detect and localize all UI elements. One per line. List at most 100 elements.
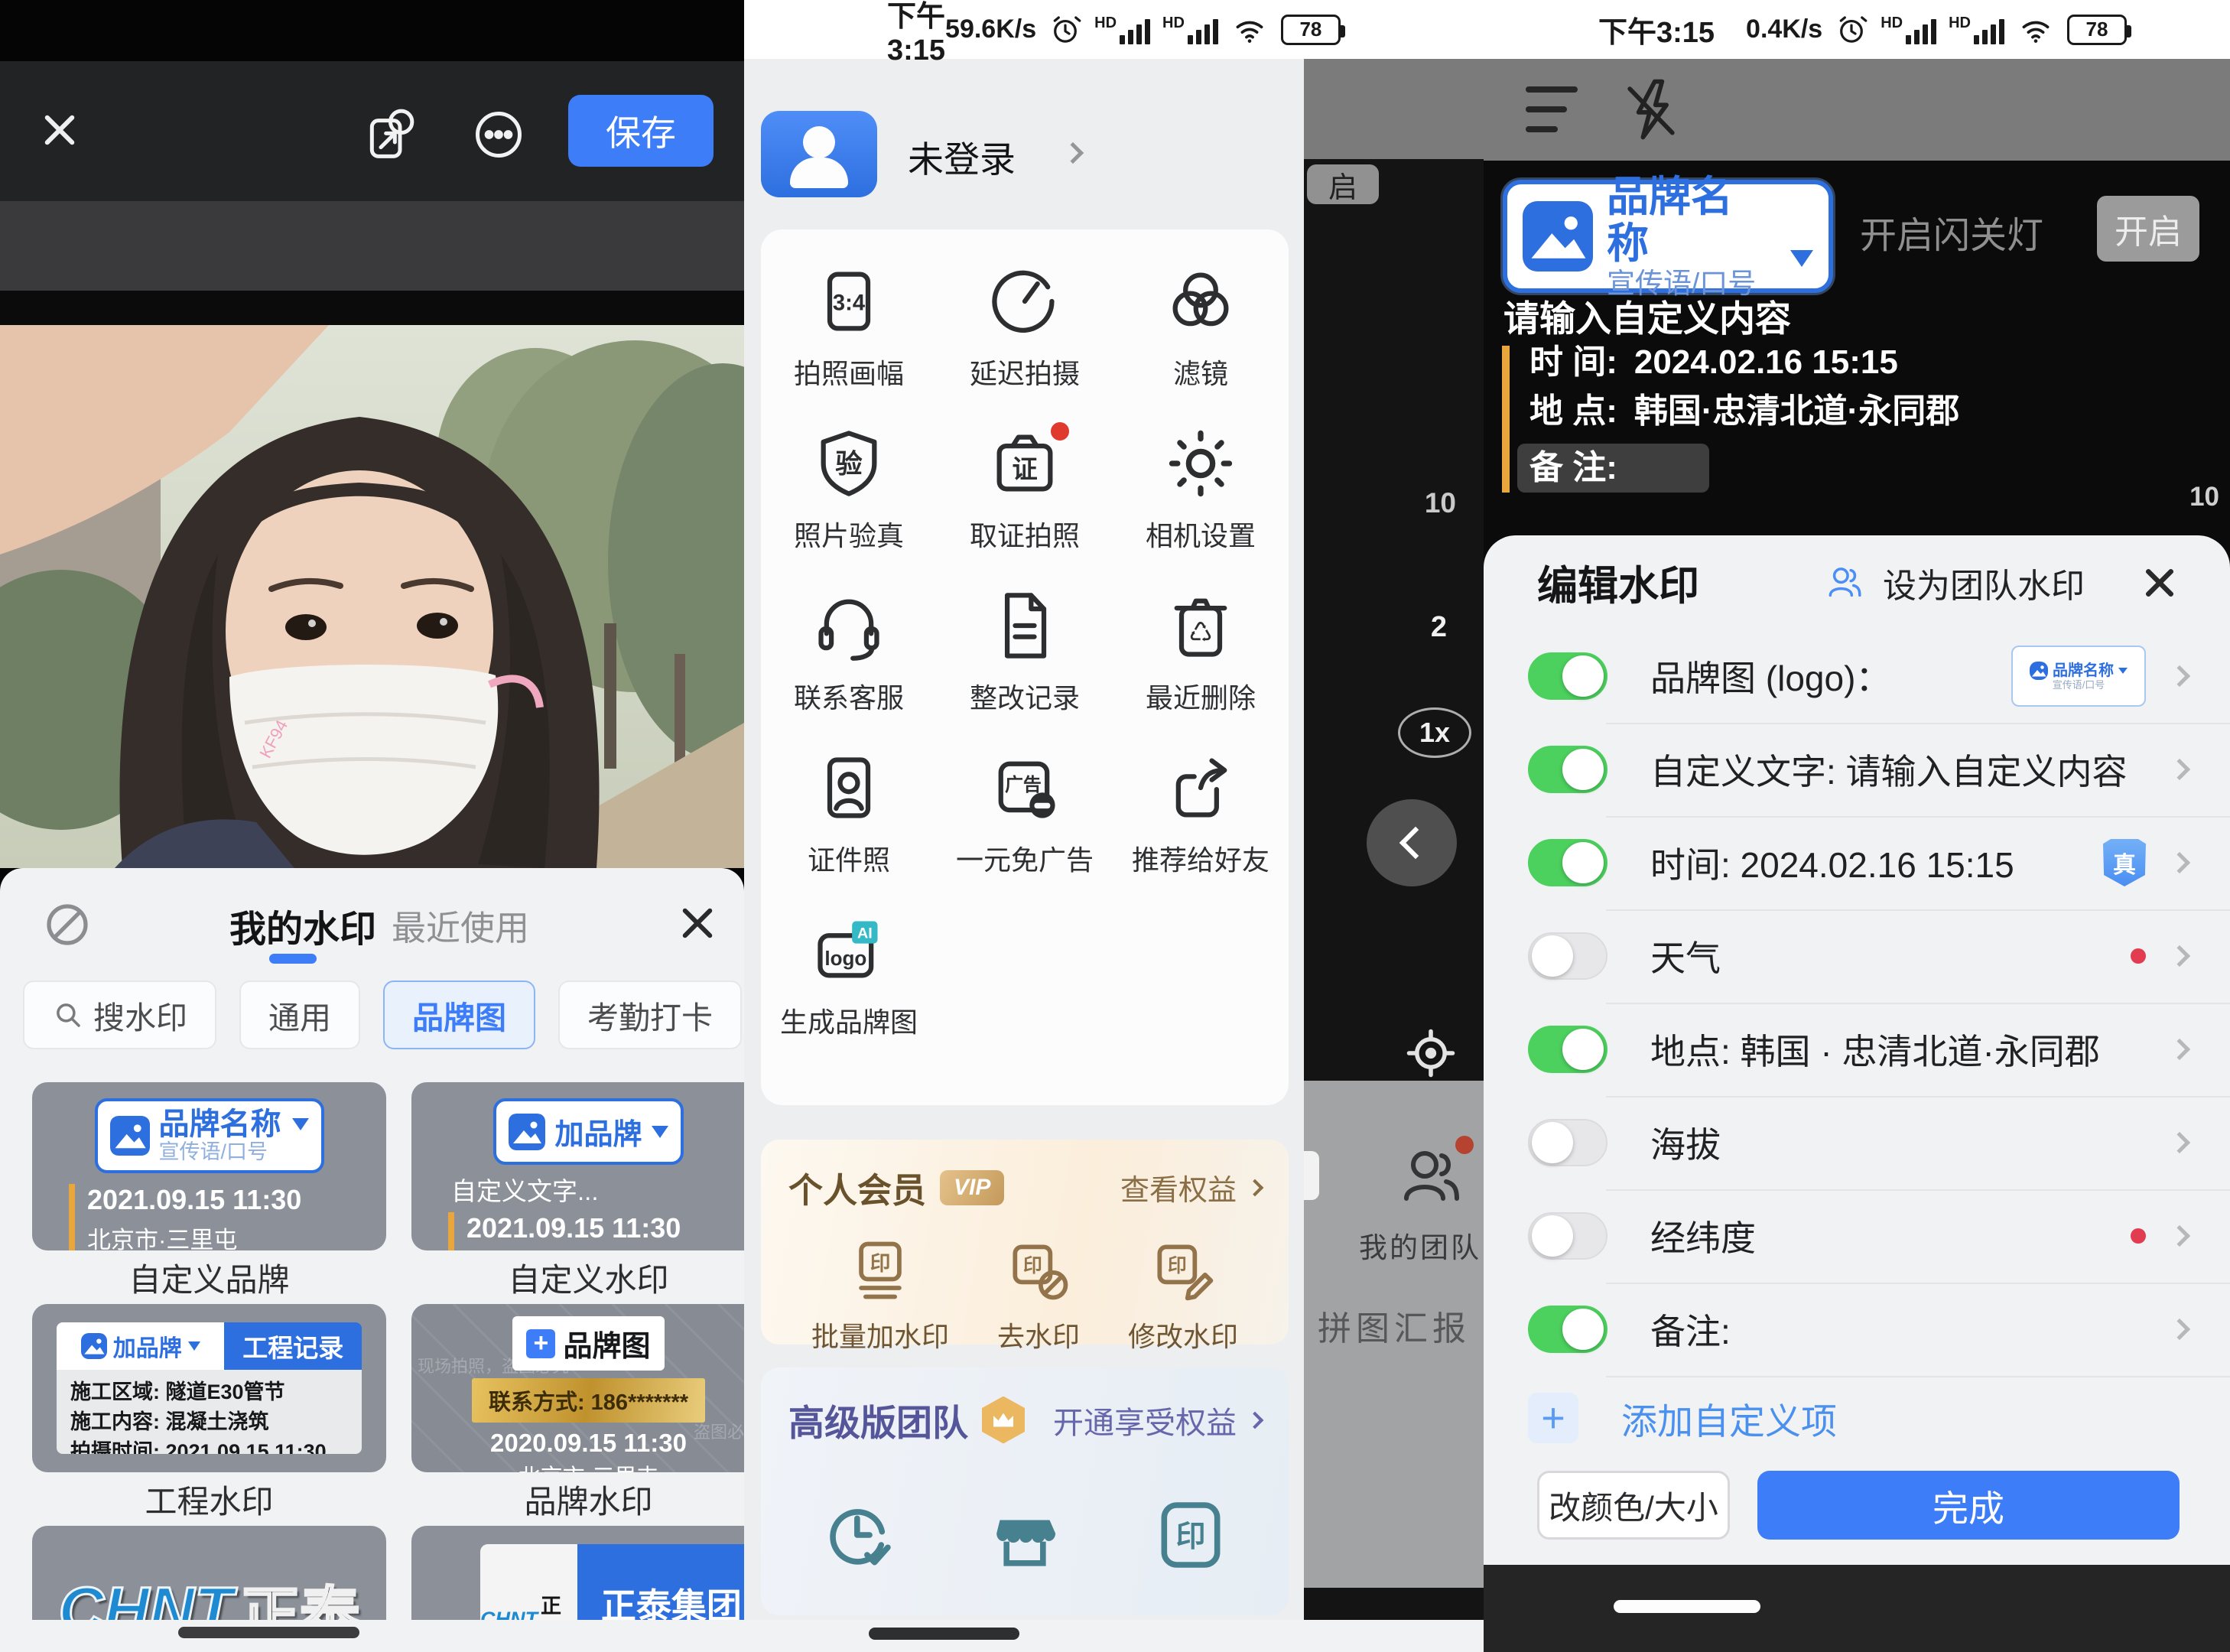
team-premium-card: 高级版团队 开通享受权益 印 [761, 1367, 1289, 1615]
locate-icon[interactable] [1402, 1024, 1460, 1082]
battery-icon: 78 [2067, 15, 2127, 45]
menu-item-recently-deleted[interactable]: ♺最近删除 [1113, 586, 1289, 748]
tab-my-watermarks[interactable]: 我的水印 [229, 899, 376, 952]
row-weather[interactable]: 天气 [1484, 909, 2230, 1003]
active-tab-indicator [269, 954, 317, 964]
close-icon[interactable] [40, 110, 80, 150]
flash-hint-label: 开启闪关灯 [1860, 205, 2043, 259]
menu-item-frame-ratio[interactable]: 3:4拍照画幅 [761, 262, 937, 424]
close-sheet-icon[interactable] [678, 903, 717, 943]
toggle-weather[interactable] [1528, 932, 1607, 980]
done-button[interactable]: 完成 [1757, 1471, 2180, 1540]
battery-icon: 78 [1281, 15, 1341, 45]
row-note[interactable]: 备注: [1484, 1283, 2230, 1376]
toggle-altitude[interactable] [1528, 1119, 1607, 1166]
my-team-icon[interactable] [1394, 1140, 1468, 1214]
menu-item-generate-brand-logo[interactable]: logoAI生成品牌图 [761, 910, 937, 1072]
toggle-custom-text[interactable] [1528, 746, 1607, 793]
flash-off-icon[interactable] [1615, 73, 1686, 146]
my-team-label[interactable]: 我的团队 [1359, 1224, 1481, 1266]
zoom-current-button[interactable]: 1x [1398, 707, 1471, 758]
collage-report-label[interactable]: 拼图汇报 [1318, 1301, 1471, 1350]
change-color-size-button[interactable]: 改颜色/大小 [1537, 1471, 1730, 1540]
custom-content-placeholder[interactable]: 请输入自定义内容 [1503, 289, 1791, 342]
toggle-note[interactable] [1528, 1306, 1607, 1353]
toggle-location[interactable] [1528, 1026, 1607, 1073]
watermark-card-brand[interactable]: 现场拍照，盗图必究 盗图必究 + 品牌图 联系方式: 186******* 20… [411, 1304, 744, 1472]
signal-icon [1906, 18, 1936, 44]
row-location[interactable]: 地点: 韩国 · 忠清北道·永同郡 [1484, 1003, 2230, 1096]
menu-lines-icon[interactable] [1526, 86, 1579, 132]
flash-enable-button[interactable]: 开启 [2097, 196, 2199, 262]
row-brand-logo[interactable]: 品牌图 (logo)： 品牌名称 宣传语/口号 [1484, 629, 2230, 723]
more-options-icon[interactable] [468, 104, 529, 165]
store-icon[interactable] [985, 1495, 1065, 1575]
chevron-right-icon [2169, 1039, 2190, 1060]
photo-selfie-with-mask: KF94 [0, 325, 744, 868]
photo-editor-panel: 保存 KF [0, 0, 744, 1652]
brand-watermark-badge[interactable]: 品牌名称 宣传语/口号 [1503, 180, 1833, 293]
row-altitude[interactable]: 海拔 [1484, 1096, 2230, 1189]
zoom-level-2[interactable]: 2 [1431, 611, 1447, 644]
dropdown-caret-icon [188, 1341, 200, 1351]
toggle-brand-logo[interactable] [1528, 652, 1607, 700]
svg-text:3:4: 3:4 [833, 291, 866, 315]
toggle-coordinates[interactable] [1528, 1212, 1607, 1260]
clock-check-icon[interactable] [819, 1495, 899, 1575]
menu-item-remove-ads[interactable]: 广告一元免广告 [937, 748, 1113, 910]
svg-text:印: 印 [1168, 1255, 1187, 1276]
toggle-time[interactable] [1528, 839, 1607, 886]
camera-bottom-overlay: 我的团队 拼图汇报 [1304, 1081, 1484, 1588]
menu-item-camera-settings[interactable]: 相机设置 [1113, 424, 1289, 586]
save-button[interactable]: 保存 [568, 95, 714, 167]
login-status[interactable]: 未登录 [908, 130, 1016, 183]
row-coordinates[interactable]: 经纬度 [1484, 1189, 2230, 1283]
vip-item-remove-watermark[interactable]: 印去水印 [997, 1235, 1080, 1354]
home-indicator[interactable] [178, 1627, 359, 1638]
menu-item-delay-shoot[interactable]: 延迟拍摄 [937, 262, 1113, 424]
close-panel-icon[interactable] [2141, 564, 2178, 601]
menu-item-contact-support[interactable]: 联系客服 [761, 586, 937, 748]
menu-item-photo-verify[interactable]: 验照片验真 [761, 424, 937, 586]
no-watermark-icon[interactable] [40, 897, 95, 952]
menu-item-id-photo[interactable]: 证件照 [761, 748, 937, 910]
chip-general[interactable]: 通用 [239, 980, 360, 1049]
crown-badge-icon [982, 1397, 1025, 1444]
team-people-icon [1823, 561, 1866, 604]
sheet-header: 我的水印 最近使用 [0, 868, 744, 979]
flash-toggle-partial[interactable]: 启 [1307, 164, 1379, 204]
add-custom-item-row[interactable]: + 添加自定义项 [1484, 1376, 2230, 1460]
row-custom-text[interactable]: 自定义文字: 请输入自定义内容 [1484, 723, 2230, 816]
avatar[interactable] [761, 111, 877, 197]
clock-time: 下午3:15 [887, 0, 945, 67]
chevron-right-icon [2169, 1132, 2190, 1153]
home-indicator[interactable] [1614, 1600, 1760, 1613]
vip-item-edit-watermark[interactable]: 印修改水印 [1128, 1235, 1238, 1354]
tab-recently-used[interactable]: 最近使用 [392, 900, 529, 950]
vip-item-batch-watermark[interactable]: 印批量加水印 [811, 1235, 949, 1354]
home-indicator[interactable] [869, 1628, 1019, 1640]
chip-brand-image[interactable]: 品牌图 [383, 980, 535, 1049]
collapse-button[interactable] [1367, 799, 1457, 886]
watermark-card-custom-brand[interactable]: 品牌名称 宣传语/口号 2021.09.15 11:30 北京市·三里屯 [32, 1082, 386, 1250]
set-team-watermark-link[interactable]: 设为团队水印 [1883, 558, 2085, 607]
view-benefits-link[interactable]: 查看权益 [1120, 1166, 1261, 1208]
export-icon[interactable] [358, 104, 419, 165]
zoom-level-10[interactable]: 10 [1425, 487, 1456, 519]
chip-search-watermark[interactable]: 搜水印 [23, 980, 216, 1049]
watermark-card-custom-watermark[interactable]: 加品牌 自定义文字... 2021.09.15 11:30 北京市·三里屯 [411, 1082, 744, 1250]
camera-strip: 启 10 2 1x 我的团队 拼图汇报 [1304, 59, 1484, 1620]
stamp-icon[interactable]: 印 [1151, 1495, 1230, 1575]
menu-item-filters[interactable]: 滤镜 [1113, 262, 1289, 424]
menu-item-recommend-friends[interactable]: 推荐给好友 [1113, 748, 1289, 910]
menu-item-evidence-photo[interactable]: 证取证拍照 [937, 424, 1113, 586]
watermark-card-engineering[interactable]: 加品牌 工程记录 施工区域: 隧道E30管节 施工内容: 混凝土浇筑 拍摄时间:… [32, 1304, 386, 1472]
activate-benefits-link[interactable]: 开通享受权益 [1053, 1398, 1261, 1442]
chip-attendance[interactable]: 考勤打卡 [558, 980, 742, 1049]
row-time[interactable]: 时间: 2024.02.16 15:15 真 [1484, 816, 2230, 909]
editor-toolbar: 保存 [0, 61, 744, 201]
gear-icon [1162, 425, 1239, 502]
menu-item-revision-log[interactable]: 整改记录 [937, 586, 1113, 748]
dropdown-caret-icon [652, 1126, 668, 1138]
note-field[interactable]: 备 注: [1517, 444, 1709, 493]
